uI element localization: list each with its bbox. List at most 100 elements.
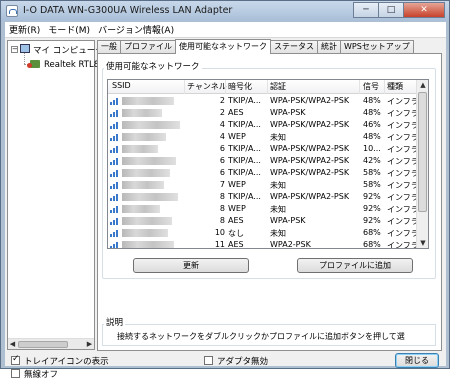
column-divider <box>267 80 268 94</box>
cell-auth: 未知 <box>270 181 286 190</box>
column-auth[interactable]: 認証 <box>270 81 286 92</box>
cell-encryption: TKIP/A... <box>228 156 261 165</box>
tab-general[interactable]: 一般 <box>97 40 121 53</box>
wifi-signal-icon <box>110 181 120 189</box>
cell-channel: 11 <box>214 240 225 249</box>
network-row[interactable]: 2AESWPA-PSK48%インフラス... <box>108 107 428 119</box>
tab-profile[interactable]: プロファイル <box>120 40 176 53</box>
menu-refresh[interactable]: 更新(R) <box>5 23 44 36</box>
maximize-button[interactable]: □ <box>378 2 404 18</box>
cell-auth: WPA-PSK/WPA2-PSK <box>270 168 350 177</box>
cell-signal: 58% <box>363 168 381 177</box>
device-tree[interactable]: − マイ コンピュータ Realtek RTL8192 ◀ ▶ <box>7 40 115 350</box>
tab-wps-setup[interactable]: WPSセットアップ <box>340 40 414 53</box>
tab-available-networks[interactable]: 使用可能なネットワーク <box>175 39 271 54</box>
ssid-redacted <box>122 205 160 213</box>
refresh-button[interactable]: 更新 <box>133 258 249 273</box>
ssid-redacted <box>122 157 176 165</box>
network-row[interactable]: 6TKIP/A...WPA-PSK/WPA2-PSK42%インフラス... <box>108 155 428 167</box>
radio-off-checkbox[interactable] <box>11 369 20 378</box>
cell-channel: 6 <box>219 156 225 165</box>
column-ssid[interactable]: SSID <box>112 81 131 90</box>
network-list[interactable]: SSID チャンネル 暗号化 認証 信号 種類 2 TKIP/A... WPA-PS… <box>107 79 429 249</box>
title-bar[interactable]: I-O DATA WN-G300UA Wireless LAN Adapter … <box>1 1 449 21</box>
cell-encryption: WEP <box>228 132 246 141</box>
cell-channel: 2 <box>219 108 225 117</box>
cell-auth: 未知 <box>270 205 286 214</box>
cell-encryption: なし <box>228 229 244 238</box>
network-row[interactable]: 10なし未知68%インフラス... <box>108 227 428 239</box>
column-signal[interactable]: 信号 <box>363 81 379 92</box>
cell-auth: WPA-PSK/WPA2-PSK <box>270 96 350 105</box>
cell-channel: 7 <box>219 180 225 189</box>
column-divider <box>359 80 360 94</box>
cell-signal: 92% <box>363 216 381 225</box>
close-button[interactable]: 閉じる <box>395 353 439 368</box>
wifi-signal-icon <box>110 157 120 165</box>
tray-icon-label[interactable]: トレイアイコンの表示 <box>24 355 109 367</box>
tree-item-my-computer[interactable]: マイ コンピュータ <box>33 44 104 56</box>
cell-encryption: TKIP/A... <box>228 144 261 153</box>
cell-channel: 8 <box>219 216 225 225</box>
tray-icon-checkbox[interactable] <box>11 354 20 365</box>
adapter-disable-checkbox[interactable] <box>204 356 213 365</box>
cell-signal: 68% <box>363 228 381 237</box>
radio-off-label[interactable]: 無線オフ <box>24 368 58 380</box>
description-label: 説明 <box>104 316 126 328</box>
menu-version-info[interactable]: バージョン情報(A) <box>94 23 178 36</box>
cell-encryption: TKIP/A... <box>228 96 261 105</box>
list-vertical-scrollbar[interactable]: ▲ ▼ <box>416 80 428 248</box>
wifi-signal-icon <box>110 97 120 105</box>
network-row[interactable]: 7WEP未知58%インフラス... <box>108 179 428 191</box>
cell-encryption: AES <box>228 240 244 249</box>
wifi-app-icon <box>6 5 18 17</box>
network-row[interactable]: 8WEP未知92%インフラス... <box>108 203 428 215</box>
scroll-thumb[interactable] <box>418 92 427 212</box>
network-row[interactable]: 2TKIP/A...WPA-PSK/WPA2-PSK48%インフラス... <box>108 95 428 107</box>
scroll-left-icon[interactable]: ◀ <box>8 340 17 349</box>
tree-collapse-icon[interactable]: − <box>11 46 18 53</box>
tab-statistics[interactable]: 統計 <box>317 40 341 53</box>
description-text: 接続するネットワークをダブルクリックかプロファイルに追加ボタンを押して選 <box>117 332 405 341</box>
network-row[interactable]: 8AESWPA-PSK92%インフラス... <box>108 215 428 227</box>
network-row[interactable]: 4TKIP/A...WPA-PSK/WPA2-PSK46%インフラス... <box>108 119 428 131</box>
minimize-button[interactable]: ─ <box>353 2 379 18</box>
column-channel[interactable]: チャンネル <box>187 81 227 92</box>
cell-channel: 8 <box>219 192 225 201</box>
tab-status[interactable]: ステータス <box>270 40 318 53</box>
cell-encryption: AES <box>228 108 244 117</box>
cell-encryption: TKIP/A... <box>228 192 261 201</box>
scroll-thumb[interactable] <box>18 341 68 348</box>
menu-mode[interactable]: モード(M) <box>44 23 94 36</box>
scroll-down-icon[interactable]: ▼ <box>418 238 428 248</box>
network-row[interactable]: 6TKIP/A...WPA-PSK/WPA2-PSK58%インフラス... <box>108 167 428 179</box>
cell-auth: WPA-PSK/WPA2-PSK <box>270 120 350 129</box>
scroll-right-icon[interactable]: ▶ <box>85 340 94 349</box>
tree-horizontal-scrollbar[interactable]: ◀ ▶ <box>8 338 94 349</box>
cell-encryption: TKIP/A... <box>228 168 261 177</box>
cell-signal: 92% <box>363 192 381 201</box>
column-divider <box>184 80 185 94</box>
network-adapter-icon <box>27 60 40 68</box>
close-window-button[interactable]: ✕ <box>403 2 445 18</box>
cell-channel: 10 <box>214 228 225 237</box>
description-box: 接続するネットワークをダブルクリックかプロファイルに追加ボタンを押して選 <box>102 324 436 346</box>
column-encryption[interactable]: 暗号化 <box>228 81 252 92</box>
wifi-signal-icon <box>110 217 120 225</box>
cell-channel: 6 <box>219 168 225 177</box>
window-title: I-O DATA WN-G300UA Wireless LAN Adapter <box>23 5 233 16</box>
network-row[interactable]: 4WEP未知48%インフラス... <box>108 131 428 143</box>
network-row[interactable]: 6TKIP/A...WPA-PSK/WPA2-PSK10...インフラス... <box>108 143 428 155</box>
ssid-redacted <box>122 229 168 237</box>
network-row[interactable]: 8TKIP/A...WPA-PSK/WPA2-PSK92%インフラス... <box>108 191 428 203</box>
cell-channel: 8 <box>219 204 225 213</box>
add-to-profile-button[interactable]: プロファイルに追加 <box>297 258 413 273</box>
ssid-redacted <box>122 121 180 129</box>
network-row[interactable]: 11AESWPA2-PSK68%インフラス... <box>108 239 428 249</box>
wifi-signal-icon <box>110 133 120 141</box>
adapter-disable-label[interactable]: アダプタ無効 <box>217 355 268 367</box>
wifi-signal-icon <box>110 169 120 177</box>
scroll-up-icon[interactable]: ▲ <box>418 80 428 90</box>
column-type[interactable]: 種類 <box>387 81 403 92</box>
wifi-signal-icon <box>110 229 120 237</box>
